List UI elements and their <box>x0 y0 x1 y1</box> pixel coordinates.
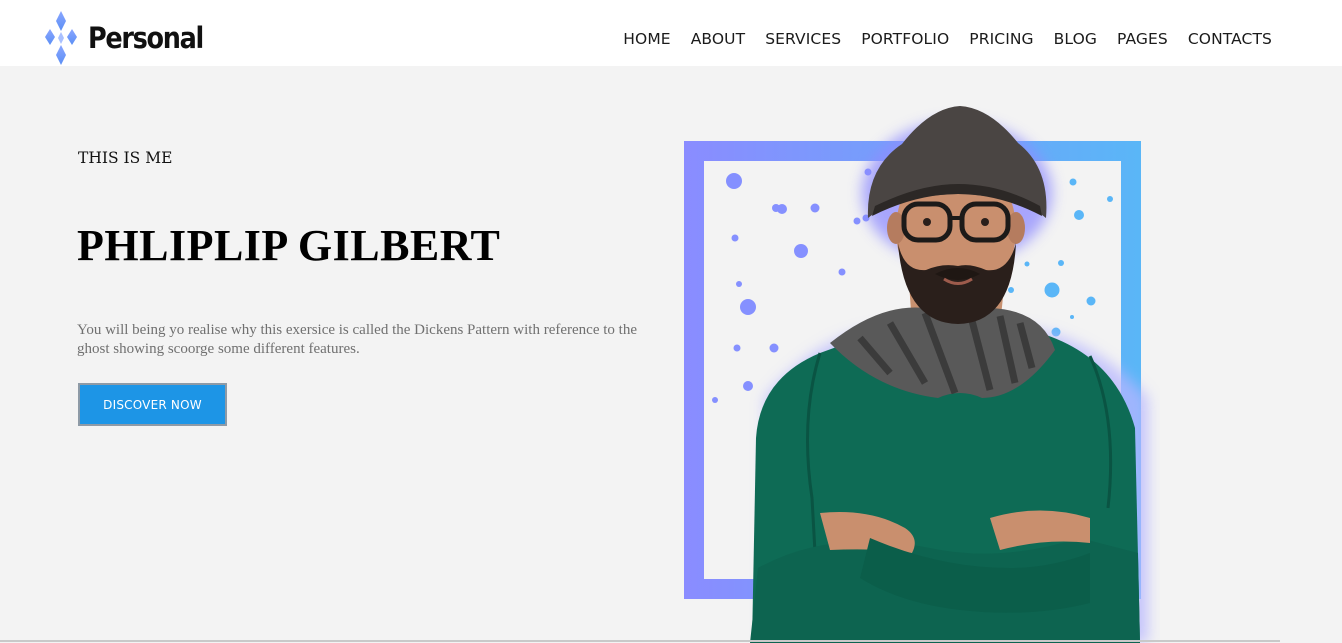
nav-home[interactable]: HOME <box>623 30 670 48</box>
hero-eyebrow: THIS IS ME <box>78 149 173 167</box>
hero-visual <box>670 98 1160 643</box>
nav-pricing[interactable]: PRICING <box>969 30 1033 48</box>
portrait-illustration <box>684 106 1148 643</box>
nav-portfolio[interactable]: PORTFOLIO <box>861 30 949 48</box>
brand-logo[interactable]: Personal <box>44 8 219 68</box>
nav-pages[interactable]: PAGES <box>1117 30 1168 48</box>
diamond-cluster-logo-icon <box>45 11 77 65</box>
bottom-divider <box>0 640 1280 642</box>
nav-blog[interactable]: BLOG <box>1054 30 1097 48</box>
nav-about[interactable]: ABOUT <box>691 30 745 48</box>
nav-contacts[interactable]: CONTACTS <box>1188 30 1272 48</box>
hero-description: You will being yo realise why this exers… <box>77 322 637 357</box>
portrait <box>750 106 1140 643</box>
brand-name: Personal <box>88 21 204 55</box>
main-nav: HOME ABOUT SERVICES PORTFOLIO PRICING BL… <box>623 30 1272 48</box>
site-header: Personal HOME ABOUT SERVICES PORTFOLIO P… <box>0 0 1342 66</box>
hero-title: PHLIPLIP GILBERT <box>77 221 501 270</box>
nav-services[interactable]: SERVICES <box>765 30 841 48</box>
discover-now-button[interactable]: DISCOVER NOW <box>78 383 227 426</box>
